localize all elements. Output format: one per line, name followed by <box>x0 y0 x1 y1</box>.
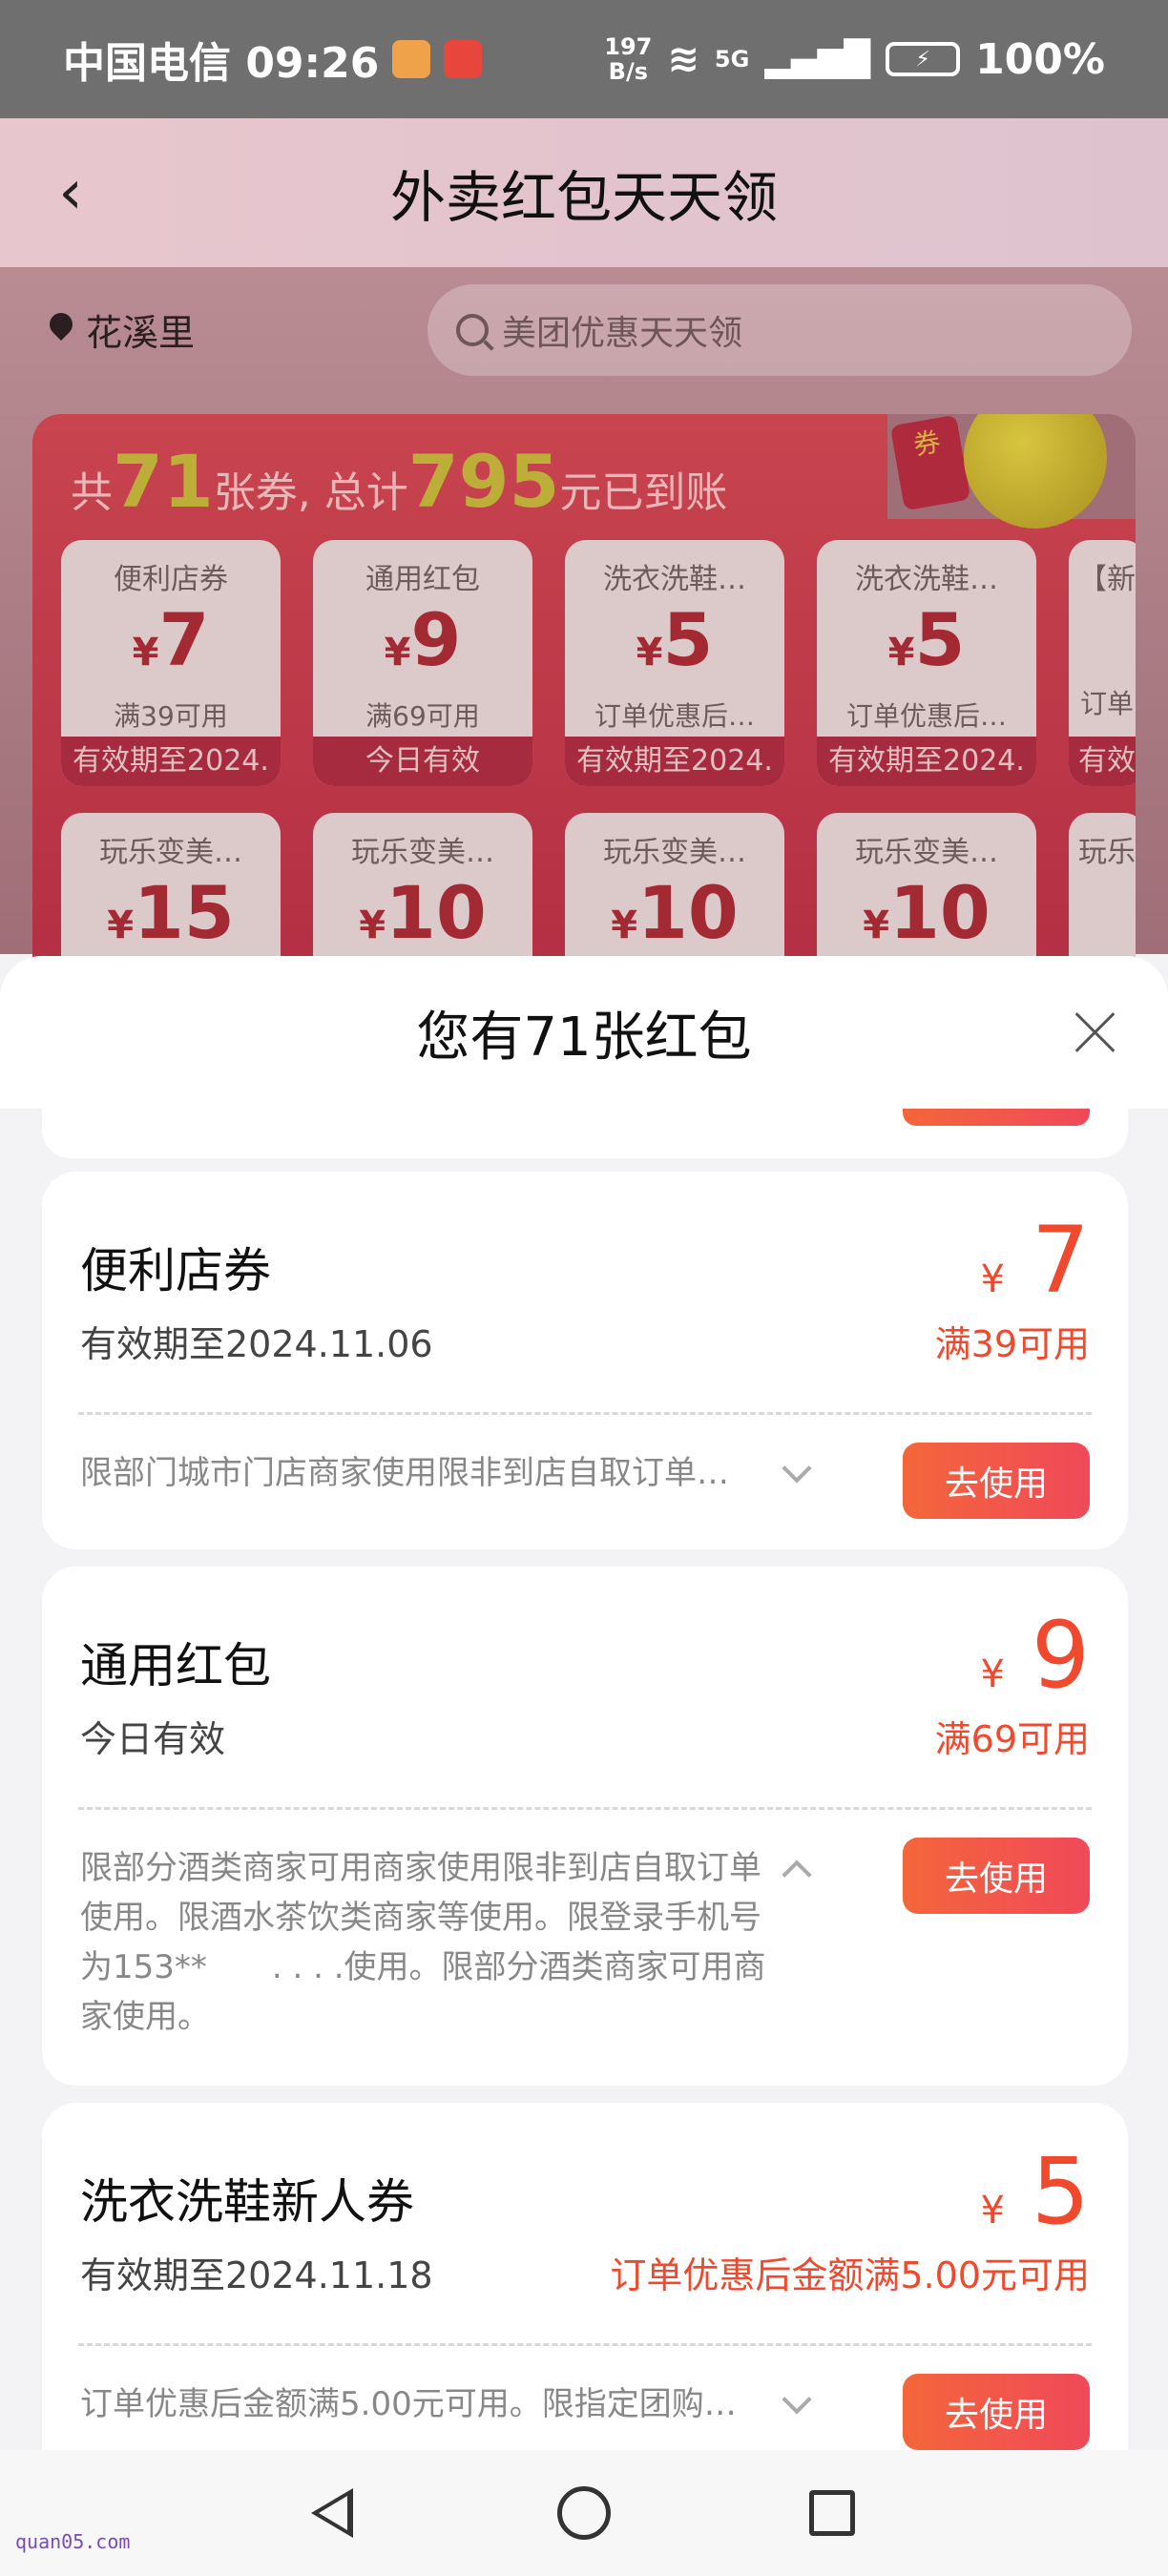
mini-coupon[interactable]: 玩乐变美… ¥15 <box>61 813 281 967</box>
use-coupon-button[interactable]: 去使用 <box>903 2374 1090 2450</box>
wifi-icon: ≋ <box>667 37 699 81</box>
watermark: quan05.com <box>15 2530 131 2553</box>
coupon-validity: 有效期至2024.11.06 <box>80 1323 433 1365</box>
promo-summary: 共71张券, 总计795元已到账 <box>71 439 728 524</box>
mini-coupon[interactable]: 玩乐变美… ¥10 <box>313 813 532 967</box>
signal-icon: ▂▄▆█ <box>764 39 871 79</box>
close-icon[interactable] <box>1073 1009 1116 1053</box>
promo-banner: 券 共71张券, 总计795元已到账 便利店券 ¥7 满39可用 有效期至202… <box>32 414 1136 967</box>
mini-coupon[interactable]: 洗衣洗鞋… ¥5 订单优惠后… 有效期至2024. <box>817 540 1036 786</box>
coupon-card: 洗衣洗鞋新人券 有效期至2024.11.18 ¥5 订单优惠后金额满5.00元可… <box>42 2103 1128 2450</box>
carrier-time: 中国电信 09:26 <box>63 39 380 88</box>
coupon-name: 洗衣洗鞋新人券 <box>80 2174 414 2230</box>
coupon-description: 限部门城市门店商家使用限非到店自取订单… <box>80 1454 729 1492</box>
coupon-amount: ¥9 <box>980 1602 1090 1709</box>
mini-coupon[interactable]: 通用红包 ¥9 满69可用 今日有效 <box>313 540 532 786</box>
coupon-amount: ¥5 <box>980 2138 1090 2245</box>
coupon-condition: 满69可用 <box>934 1718 1090 1760</box>
coupon-validity: 今日有效 <box>80 1718 226 1760</box>
previous-card-peek <box>42 1109 1128 1158</box>
coupon-description: 限部分酒类商家可用商家使用限非到店自取订单使用。限酒水茶饮类商家等使用。限登录手… <box>80 1849 766 2036</box>
network-type: 5G <box>714 46 750 73</box>
dashed-divider <box>78 2343 1092 2346</box>
use-coupon-button[interactable]: 去使用 <box>903 1443 1090 1519</box>
dashed-divider <box>78 1412 1092 1415</box>
back-button[interactable]: ‹ <box>42 157 99 228</box>
coupon-card: 通用红包 今日有效 ¥9 满69可用 限部分酒类商家可用商家使用限非到店自取订单… <box>42 1567 1128 2086</box>
coupon-description: 订单优惠后金额满5.00元可用。限指定团购… <box>80 2385 737 2423</box>
sheet-title: 您有71张红包 <box>416 1006 752 1069</box>
location-label: 花溪里 <box>86 312 196 354</box>
page-title: 外卖红包天天领 <box>389 165 778 230</box>
coupon-amount: ¥7 <box>980 1207 1090 1314</box>
search-icon <box>456 314 489 346</box>
mascot-notification-icon <box>444 40 483 78</box>
coupon-name: 通用红包 <box>80 1638 271 1693</box>
coupon-validity: 有效期至2024.11.18 <box>80 2254 433 2296</box>
page-header: ‹ 外卖红包天天领 <box>0 118 1168 267</box>
mini-coupon[interactable]: 玩乐变美… ¥10 <box>565 813 784 967</box>
background-page: 花溪里 美团优惠天天领 券 共71张券, 总计795元已到账 便利店券 ¥7 满… <box>0 267 1168 967</box>
coupon-condition: 订单优惠后金额满5.00元可用 <box>610 2254 1090 2296</box>
coupon-card: 便利店券 有效期至2024.11.06 ¥7 满39可用 限部门城市门店商家使用… <box>42 1172 1128 1549</box>
app-notification-icon <box>392 40 431 78</box>
nav-back-icon[interactable] <box>311 2488 353 2538</box>
mini-coupon[interactable]: 玩乐变美… ¥10 <box>817 813 1036 967</box>
system-nav-bar <box>0 2450 1168 2576</box>
nav-recents-icon[interactable] <box>809 2490 855 2536</box>
battery-level: 100% <box>975 34 1105 84</box>
collapse-chevron-icon[interactable] <box>782 1859 812 1890</box>
coupon-row-2: 玩乐变美… ¥15 玩乐变美… ¥10 玩乐变美… ¥10 玩乐变美… ¥10 … <box>61 813 1136 967</box>
location-selector[interactable]: 花溪里 <box>48 303 195 356</box>
previous-use-button[interactable] <box>903 1109 1090 1126</box>
coupon-row-1: 便利店券 ¥7 满39可用 有效期至2024. 通用红包 ¥9 满69可用 今日… <box>61 540 1136 786</box>
mini-coupon[interactable]: 【新 订单 有效 <box>1069 540 1136 786</box>
location-pin-icon <box>48 313 74 347</box>
nav-home-icon[interactable] <box>557 2486 611 2540</box>
mini-coupon[interactable]: 便利店券 ¥7 满39可用 有效期至2024. <box>61 540 281 786</box>
dashed-divider <box>78 1807 1092 1810</box>
expand-chevron-icon[interactable] <box>782 1453 812 1484</box>
net-speed: 197 B/s <box>604 33 653 85</box>
search-input[interactable]: 美团优惠天天领 <box>428 284 1132 376</box>
mini-coupon[interactable]: 洗衣洗鞋… ¥5 订单优惠后… 有效期至2024. <box>565 540 784 786</box>
battery-icon: ⚡ <box>886 42 961 76</box>
status-bar: 中国电信 09:26 197 B/s ≋ 5G ▂▄▆█ ⚡ 100% <box>0 0 1168 118</box>
coupon-sheet: 便利店券 有效期至2024.11.06 ¥7 满39可用 限部门城市门店商家使用… <box>0 956 1168 2450</box>
sheet-header: 您有71张红包 <box>0 956 1168 1109</box>
coupon-name: 便利店券 <box>80 1243 271 1298</box>
expand-chevron-icon[interactable] <box>782 2384 812 2415</box>
use-coupon-button[interactable]: 去使用 <box>903 1838 1090 1914</box>
coupon-condition: 满39可用 <box>934 1323 1090 1365</box>
search-placeholder: 美团优惠天天领 <box>502 314 743 353</box>
mini-coupon[interactable]: 玩乐 <box>1069 813 1136 967</box>
